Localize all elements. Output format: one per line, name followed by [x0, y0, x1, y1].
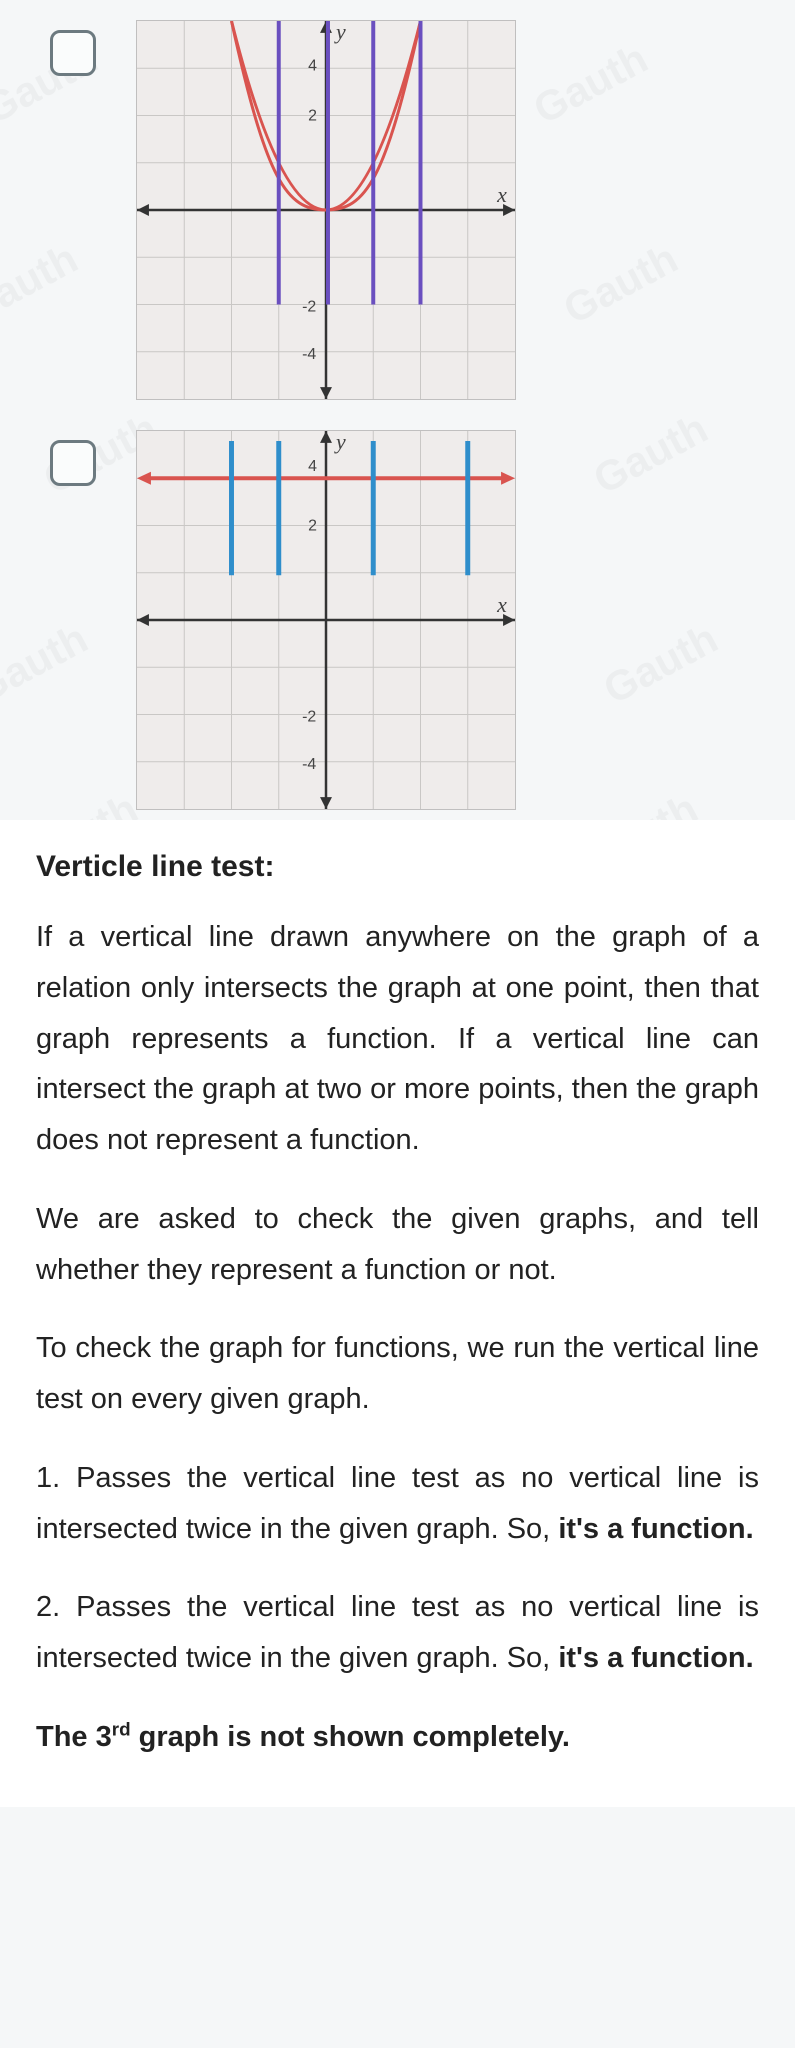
x-axis-label: x — [496, 183, 507, 207]
y-axis-label: y — [334, 21, 346, 44]
svg-text:4: 4 — [308, 58, 317, 75]
paragraph-task: We are asked to check the given graphs, … — [36, 1194, 759, 1296]
svg-text:-2: -2 — [302, 298, 316, 315]
explanation-text: Verticle line test: If a vertical line d… — [0, 820, 795, 1807]
x-axis-label: x — [496, 593, 507, 617]
svg-text:2: 2 — [308, 107, 317, 124]
svg-text:2: 2 — [308, 517, 317, 534]
graph-option-2: y x 4 2 -2 -4 — [0, 410, 795, 820]
y-axis-label: y — [334, 431, 346, 454]
graph-1: y x 4 2 -2 -4 — [136, 20, 516, 400]
paragraph-method: To check the graph for functions, we run… — [36, 1323, 759, 1425]
graph-option-1: y x 4 2 -2 -4 — [0, 0, 795, 410]
paragraph-result-1: 1. Passes the vertical line test as no v… — [36, 1453, 759, 1555]
svg-text:-4: -4 — [302, 346, 316, 363]
svg-text:4: 4 — [308, 458, 317, 475]
paragraph-definition: If a vertical line drawn anywhere on the… — [36, 912, 759, 1166]
paragraph-result-2: 2. Passes the vertical line test as no v… — [36, 1582, 759, 1684]
checkbox-2[interactable] — [50, 440, 96, 486]
graph-2: y x 4 2 -2 -4 — [136, 430, 516, 810]
svg-text:-2: -2 — [302, 708, 316, 725]
svg-text:-4: -4 — [302, 756, 316, 773]
checkbox-1[interactable] — [50, 30, 96, 76]
paragraph-result-3: The 3rd graph is not shown completely. — [36, 1712, 759, 1763]
heading: Verticle line test: — [36, 850, 759, 884]
